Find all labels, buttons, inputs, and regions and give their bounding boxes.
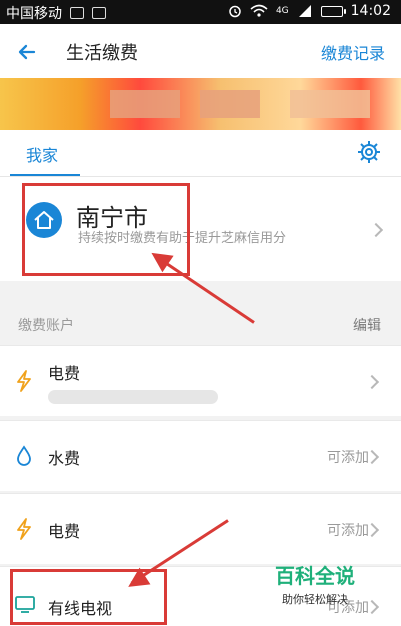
carrier-label: 中国移动 bbox=[6, 6, 62, 22]
blurred-area bbox=[290, 90, 370, 118]
chevron-right-icon bbox=[364, 374, 380, 390]
app-header: 生活缴费 缴费记录 bbox=[0, 24, 401, 79]
accounts-section-header: 缴费账户 编辑 bbox=[0, 310, 401, 340]
add-hint: 可添加 bbox=[327, 523, 369, 539]
signal-icon bbox=[298, 5, 311, 17]
grid-icon bbox=[92, 7, 106, 19]
account-row-electricity[interactable]: 电费 bbox=[0, 345, 401, 416]
clock: 14:02 bbox=[350, 3, 391, 19]
edit-button[interactable]: 编辑 bbox=[353, 315, 381, 335]
promo-banner[interactable] bbox=[0, 78, 401, 130]
watermark-title: 百科全说 bbox=[275, 564, 355, 588]
water-drop-icon bbox=[17, 445, 31, 466]
battery-icon bbox=[320, 5, 346, 17]
image-icon bbox=[70, 7, 84, 19]
active-tab-indicator bbox=[10, 174, 80, 176]
account-row-water[interactable]: 水费 可添加 bbox=[0, 420, 401, 491]
lightning-icon bbox=[17, 370, 31, 392]
back-arrow-icon[interactable] bbox=[14, 39, 40, 65]
account-row-electricity-2[interactable]: 电费 可添加 bbox=[0, 493, 401, 564]
lightning-icon bbox=[17, 518, 31, 540]
accounts-section-title: 缴费账户 bbox=[18, 318, 74, 334]
add-hint: 可添加 bbox=[327, 450, 369, 466]
blurred-area bbox=[110, 90, 180, 118]
watermark: 百科全说 助你轻松解决 bbox=[275, 560, 355, 607]
blurred-area bbox=[200, 90, 260, 118]
status-bar: 中国移动 4G 14:02 bbox=[0, 0, 401, 24]
tab-bar: 我家 bbox=[0, 130, 401, 177]
chevron-right-icon bbox=[368, 222, 384, 238]
account-row-label: 电费 bbox=[48, 364, 81, 383]
account-row-label: 电费 bbox=[48, 522, 81, 541]
tab-my-home[interactable]: 我家 bbox=[26, 142, 58, 166]
watermark-subtitle: 助你轻松解决 bbox=[282, 593, 348, 606]
page-title: 生活缴费 bbox=[66, 43, 138, 64]
alarm-icon bbox=[229, 5, 241, 18]
account-row-label: 水费 bbox=[48, 449, 81, 468]
payment-records-link[interactable]: 缴费记录 bbox=[321, 40, 385, 64]
settings-gear-icon[interactable] bbox=[357, 140, 381, 164]
blurred-account-number bbox=[48, 390, 218, 404]
network-type: 4G bbox=[275, 6, 289, 16]
wifi-icon bbox=[250, 4, 268, 17]
